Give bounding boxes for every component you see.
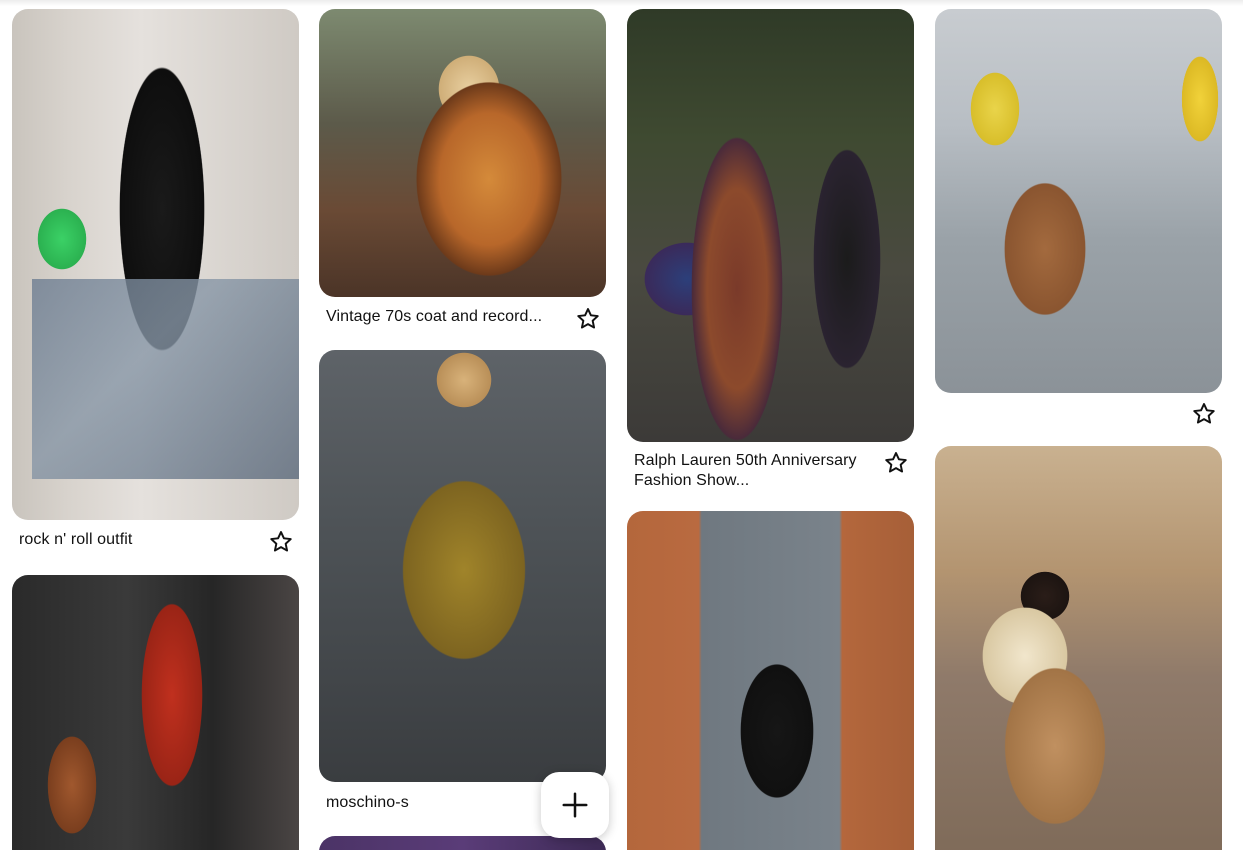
pin-caption[interactable]: rock n' roll outfit — [19, 530, 259, 550]
pin-card-moschino[interactable]: moschino-s — [319, 350, 606, 830]
create-button[interactable] — [541, 772, 609, 838]
pin-card-vintage-coat[interactable]: Vintage 70s coat and record... — [319, 9, 606, 339]
star-icon[interactable] — [1191, 401, 1217, 427]
pin-image[interactable] — [627, 511, 914, 850]
pin-image[interactable] — [12, 9, 299, 520]
pin-caption[interactable]: Vintage 70s coat and record... — [326, 307, 566, 327]
star-icon[interactable] — [268, 529, 294, 555]
pin-caption[interactable]: moschino-s — [326, 793, 566, 813]
plus-icon — [560, 790, 590, 820]
star-icon[interactable] — [883, 450, 909, 476]
pin-image[interactable] — [935, 9, 1222, 393]
pin-image[interactable] — [935, 446, 1222, 850]
pin-image[interactable] — [12, 575, 299, 850]
pin-card-guitar[interactable] — [12, 575, 299, 850]
pin-caption[interactable]: Ralph Lauren 50th Anniversary Fashion Sh… — [634, 451, 874, 491]
pin-card-partial[interactable] — [319, 836, 606, 850]
pin-card-fur-car[interactable] — [935, 446, 1222, 850]
pin-card-rock-outfit[interactable]: rock n' roll outfit — [12, 9, 299, 559]
pin-grid-page: rock n' roll outfit Vintage 70s coat and… — [0, 0, 1243, 850]
pin-image[interactable] — [319, 836, 606, 850]
star-icon[interactable] — [575, 306, 601, 332]
top-shadow — [0, 0, 1243, 6]
pin-card-fur-street[interactable] — [935, 9, 1222, 429]
pin-card-misfits[interactable] — [627, 511, 914, 850]
pin-image[interactable] — [319, 350, 606, 782]
pin-card-ralph-lauren[interactable]: Ralph Lauren 50th Anniversary Fashion Sh… — [627, 9, 914, 499]
pin-image[interactable] — [319, 9, 606, 297]
pin-image[interactable] — [627, 9, 914, 442]
